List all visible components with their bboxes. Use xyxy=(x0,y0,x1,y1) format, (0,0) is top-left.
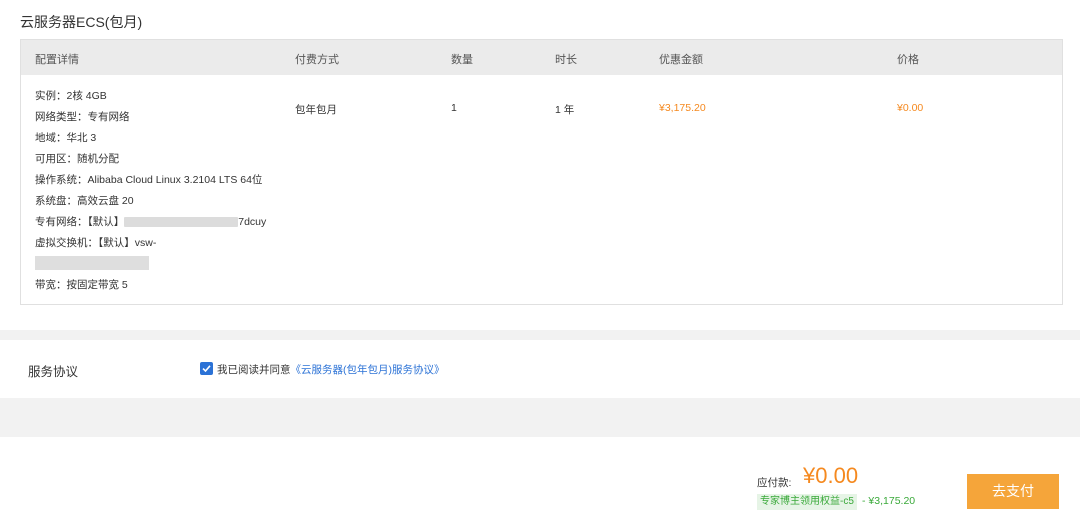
agreement-text: 我已阅读并同意《云服务器(包年包月)服务协议》 xyxy=(217,362,445,377)
agreement-checkbox[interactable] xyxy=(200,362,213,375)
order-title: 云服务器ECS(包月) xyxy=(20,14,143,30)
agreement-link[interactable]: 《云服务器(包年包月)服务协议》 xyxy=(291,364,445,376)
spec-region: 地域：华北 3 xyxy=(35,132,97,144)
agreement-section: 服务协议 我已阅读并同意《云服务器(包年包月)服务协议》 xyxy=(0,340,1080,398)
order-table: 配置详情 付费方式 数量 时长 优惠金额 价格 实例：2核 4GB 网络类型：专… xyxy=(20,39,1063,305)
spec-vpc-suffix: 7dcuy xyxy=(238,216,267,228)
spec-network-type: 网络类型：专有网络 xyxy=(35,111,130,123)
cell-duration: 1 年 xyxy=(555,104,575,116)
redacted-block xyxy=(124,217,239,228)
spec-vswitch: 虚拟交换机：【默认】vsw- xyxy=(35,237,157,249)
spec-os: 操作系统：Alibaba Cloud Linux 3.2104 LTS 64位 xyxy=(35,174,263,186)
payable-label: 应付款: xyxy=(757,477,792,489)
agreement-text-prefix: 我已阅读并同意 xyxy=(217,364,291,376)
payable-amount: ¥0.00 xyxy=(803,463,859,488)
order-card: 云服务器ECS(包月) 配置详情 付费方式 数量 时长 优惠金额 价格 实例：2… xyxy=(0,0,1080,330)
spec-vswitch-id xyxy=(35,250,266,278)
column-header-quantity: 数量 xyxy=(451,54,473,66)
agreement-label: 服务协议 xyxy=(28,365,79,379)
redacted-block xyxy=(35,256,149,270)
coupon-badge: 专家博主领用权益-c5 xyxy=(757,494,857,510)
check-icon xyxy=(202,365,211,373)
cell-price: ¥0.00 xyxy=(897,102,924,114)
config-details: 实例：2核 4GB 网络类型：专有网络 地域：华北 3 可用区：随机分配 操作系… xyxy=(35,89,266,299)
column-header-payment: 付费方式 xyxy=(295,54,339,66)
discount-amount: - ¥3,175.20 xyxy=(862,495,916,507)
column-header-duration: 时长 xyxy=(555,54,577,66)
spec-system-disk: 系统盘：高效云盘 20 xyxy=(35,195,134,207)
table-header: 配置详情 付费方式 数量 时长 优惠金额 价格 xyxy=(21,40,1062,75)
spec-instance: 实例：2核 4GB xyxy=(35,90,107,102)
cell-discount: ¥3,175.20 xyxy=(659,102,706,114)
column-header-price: 价格 xyxy=(897,54,919,66)
column-header-discount: 优惠金额 xyxy=(659,54,703,66)
spec-vpc-label: 专有网络：【默认】 xyxy=(35,216,125,228)
column-header-config: 配置详情 xyxy=(35,54,79,66)
pay-button[interactable]: 去支付 xyxy=(967,474,1059,509)
checkout-footer: 应付款: ¥0.00 专家博主领用权益-c5 - ¥3,175.20 去支付 xyxy=(0,437,1080,526)
cell-payment: 包年包月 xyxy=(295,104,337,116)
spec-bandwidth: 带宽：按固定带宽 5 xyxy=(35,279,128,291)
cell-quantity: 1 xyxy=(451,102,457,114)
spec-vpc: 专有网络：【默认】 7dcuy xyxy=(35,215,266,236)
spec-zone: 可用区：随机分配 xyxy=(35,153,119,165)
